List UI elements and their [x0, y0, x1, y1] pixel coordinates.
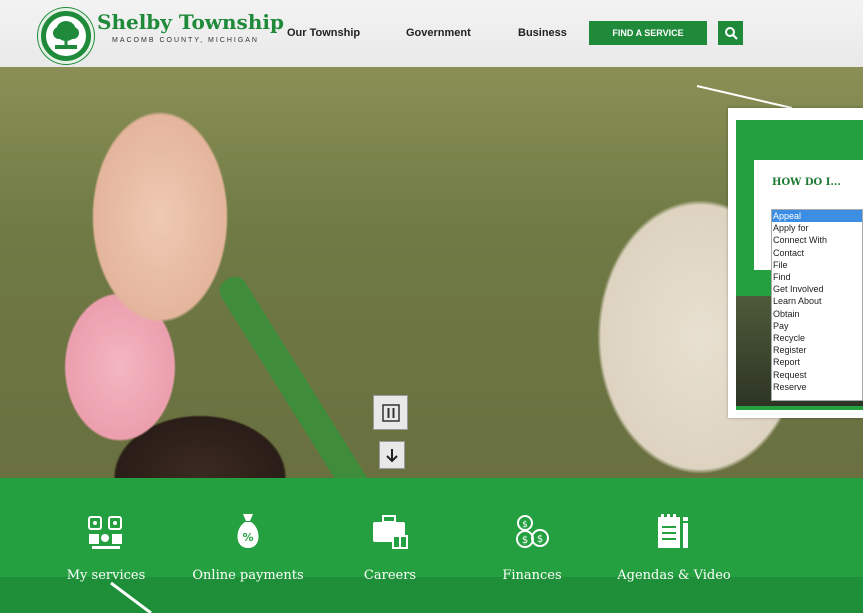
how-do-i-title: HOW DO I... — [772, 177, 841, 188]
how-do-i-select[interactable]: Appeal Apply for Connect With Contact Fi… — [771, 209, 863, 401]
option-reserve[interactable]: Reserve — [772, 381, 862, 393]
option-recycle[interactable]: Recycle — [772, 332, 862, 344]
option-find[interactable]: Find — [772, 271, 862, 283]
option-request[interactable]: Request — [772, 369, 862, 381]
option-file[interactable]: File — [772, 259, 862, 271]
option-pay[interactable]: Pay — [772, 320, 862, 332]
option-contact[interactable]: Contact — [772, 247, 862, 259]
option-get-involved[interactable]: Get Involved — [772, 283, 862, 295]
option-register[interactable]: Register — [772, 344, 862, 356]
option-connect-with[interactable]: Connect With — [772, 234, 862, 246]
option-apply-for[interactable]: Apply for — [772, 222, 862, 234]
how-do-i-callout: HOW DO I... Appeal Apply for Connect Wit… — [728, 108, 863, 418]
option-learn-about[interactable]: Learn About — [772, 295, 862, 307]
option-obtain[interactable]: Obtain — [772, 308, 862, 320]
option-report[interactable]: Report — [772, 356, 862, 368]
option-appeal[interactable]: Appeal — [772, 210, 862, 223]
